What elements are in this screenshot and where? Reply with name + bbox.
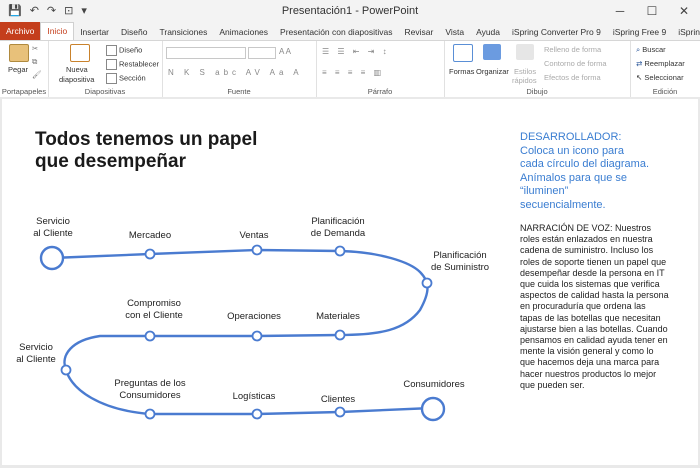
group-label: Diapositivas [84,87,126,96]
new-slide-button[interactable]: Nueva [66,65,88,74]
arrange-button[interactable]: Organizar [476,67,509,76]
node-label-materiales[interactable]: Materiales [316,311,360,323]
copy-icon[interactable]: ⧉ [32,57,37,67]
font-size-field[interactable] [248,47,276,59]
group-fuente: A A N K S abc AV Aa A Fuente [162,41,317,97]
node-label-logisticas[interactable]: Logísticas [233,391,276,403]
quick-styles-button[interactable]: Estilos [514,67,536,76]
quick-styles-icon[interactable] [516,44,534,60]
minimize-button[interactable]: ─ [604,0,636,22]
format-painter-icon[interactable]: 🖌 [32,70,42,79]
font-name-field[interactable] [166,47,246,59]
ribbon: Pegar ✂ ⧉ 🖌 Portapapeles Nueva diapositi… [0,40,700,98]
layout-button[interactable]: Diseño [106,45,142,56]
group-diapositivas: Nueva diapositiva Diseño Restablecer Sec… [48,41,163,97]
shapes-icon[interactable] [453,44,473,62]
layout-label: Diseño [119,45,143,55]
tab-transiciones[interactable]: Transiciones [153,24,213,40]
find-label: Buscar [642,45,666,54]
select-label: Seleccionar [644,73,684,82]
cut-icon[interactable]: ✂ [32,44,38,53]
close-button[interactable]: ✕ [668,0,700,22]
tab-animaciones[interactable]: Animaciones [213,24,274,40]
node-label-operaciones[interactable]: Operaciones [227,311,281,323]
node-label-compromiso[interactable]: Compromiso con el Cliente [125,298,183,322]
font-format-icons[interactable]: N K S abc AV Aa A [168,68,303,77]
paste-button[interactable]: Pegar [8,65,28,74]
group-label: Párrafo [367,87,393,96]
group-label: Dibujo [526,87,548,96]
section-label: Sección [119,73,146,83]
new-slide-label[interactable]: diapositiva [59,75,94,84]
narration-text[interactable]: NARRACIÓN DE VOZ: Nuestros roles están e… [520,223,670,391]
group-portapapeles: Pegar ✂ ⧉ 🖌 Portapapeles [0,41,49,97]
tab-ispring-suite[interactable]: iSpring Suite 9 [672,24,700,40]
window-controls: ─ ☐ ✕ [604,0,700,22]
select-button[interactable]: ↖ Seleccionar [636,73,684,82]
shapes-button[interactable]: Formas [449,67,474,76]
tab-presentacion[interactable]: Presentación con diapositivas [274,24,398,40]
tab-vista[interactable]: Vista [439,24,470,40]
list-icons[interactable]: ☰ ☰ ⇤ ⇥ ↕ [322,47,390,56]
tab-insertar[interactable]: Insertar [74,24,115,40]
group-parrafo: ☰ ☰ ⇤ ⇥ ↕ ≡ ≡ ≡ ≡ ▥ Párrafo [316,41,445,97]
developer-note[interactable]: DESARROLLADOR: Coloca un icono para cada… [520,131,650,212]
find-button[interactable]: ⌕ Buscar [636,45,666,55]
node-label-servicio1[interactable]: Servicio al Cliente [33,216,73,240]
node-label-consumidores[interactable]: Consumidores [403,379,464,391]
reset-icon [106,59,117,70]
group-label: Portapapeles [1,87,47,96]
title-bar: 💾 ↶ ↷ ⊡ ▾ Presentación1 - PowerPoint ─ ☐… [0,0,700,22]
shape-fill-button[interactable]: Relleno de forma [544,45,601,54]
node-label-preguntas[interactable]: Preguntas de los Consumidores [114,378,185,402]
tab-ayuda[interactable]: Ayuda [470,24,506,40]
align-icons[interactable]: ≡ ≡ ≡ ≡ ▥ [322,68,384,77]
node-label-planif-demanda[interactable]: Planificación de Demanda [311,216,365,240]
tab-revisar[interactable]: Revisar [399,24,440,40]
group-label: Edición [652,87,678,96]
node-label-planif-suministro[interactable]: Planificación de Suministro [431,250,489,274]
window-title: Presentación1 - PowerPoint [281,5,419,17]
quick-styles-label: rápidos [512,76,537,85]
layout-icon [106,45,117,56]
tab-diseno[interactable]: Diseño [115,24,153,40]
paste-icon[interactable] [9,44,29,62]
arrange-icon[interactable] [483,44,501,60]
maximize-button[interactable]: ☐ [636,0,668,22]
shape-effects-button[interactable]: Efectos de forma [544,73,601,82]
tab-inicio[interactable]: Inicio [40,22,75,40]
group-edicion: ⌕ Buscar ⇄ Reemplazar ↖ Seleccionar Edic… [630,41,700,97]
grow-font-icon[interactable]: A A [279,47,291,56]
tab-ispring-converter[interactable]: iSpring Converter Pro 9 [506,24,607,40]
slide-title[interactable]: Todos tenemos un papel que desempeñar [35,129,295,173]
shape-outline-button[interactable]: Contorno de forma [544,59,607,68]
tab-ispring-free[interactable]: iSpring Free 9 [607,24,672,40]
ribbon-tabs: Archivo Inicio Insertar Diseño Transicio… [0,22,700,40]
node-label-clientes[interactable]: Clientes [321,394,355,406]
node-label-mercadeo[interactable]: Mercadeo [129,230,171,242]
tab-archivo[interactable]: Archivo [0,22,41,40]
section-button[interactable]: Sección [106,73,146,84]
replace-label: Reemplazar [644,59,685,68]
reset-label: Restablecer [119,59,160,69]
new-slide-icon[interactable] [70,44,90,62]
node-label-servicio2[interactable]: Servicio al Cliente [16,342,56,366]
replace-button[interactable]: ⇄ Reemplazar [636,59,685,68]
section-icon [106,73,117,84]
group-dibujo: Formas Organizar Estilos rápidos Relleno… [444,41,631,97]
reset-button[interactable]: Restablecer [106,59,159,70]
node-label-ventas[interactable]: Ventas [239,230,268,242]
group-label: Fuente [227,87,251,96]
